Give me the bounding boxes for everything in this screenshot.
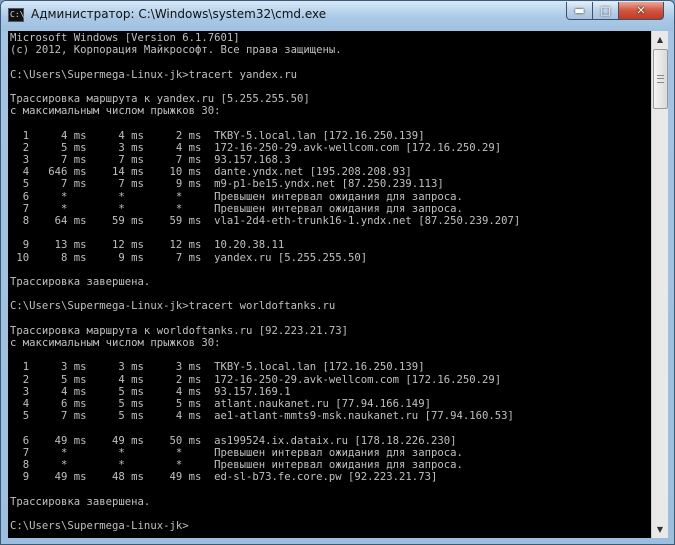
console-line: 2 5 ms 4 ms 2 ms 172-16-250-29.avk-wellc… bbox=[10, 373, 502, 386]
console-line: 5 7 ms 5 ms 4 ms ae1-atlant-mmts9-msk.na… bbox=[10, 410, 514, 423]
console-line: 5 7 ms 7 ms 9 ms m9-p1-be15.yndx.net [87… bbox=[10, 178, 444, 191]
scroll-down-arrow-icon[interactable]: ▼ bbox=[652, 521, 668, 538]
scroll-up-arrow-icon[interactable]: ▲ bbox=[652, 31, 668, 48]
console-line: 7 * * * Превышен интервал ожидания для з… bbox=[10, 446, 463, 459]
title-bar[interactable]: C:\ Администратор: C:\Windows\system32\c… bbox=[1, 1, 674, 31]
maximize-button[interactable]: □ bbox=[592, 2, 619, 20]
console-line: 8 * * * Превышен интервал ожидания для з… bbox=[10, 459, 463, 472]
console-line: (c) 2012, Корпорация Майкрософт. Все пра… bbox=[10, 44, 342, 57]
console-line: C:\Users\Supermega-Linux-jk> bbox=[10, 520, 189, 533]
console-line: Трассировка маршрута к yandex.ru [5.255.… bbox=[10, 93, 310, 106]
console-line: 3 7 ms 7 ms 7 ms 93.157.168.3 bbox=[10, 154, 291, 167]
console-line: 6 * * * Превышен интервал ожидания для з… bbox=[10, 190, 463, 203]
cmd-window: C:\ Администратор: C:\Windows\system32\c… bbox=[0, 0, 675, 545]
console-line: 7 * * * Превышен интервал ожидания для з… bbox=[10, 202, 463, 215]
console-line: 8 64 ms 59 ms 59 ms vla1-2d4-eth-trunk16… bbox=[10, 215, 521, 228]
console-line: 6 49 ms 49 ms 50 ms as199524.ix.dataix.r… bbox=[10, 434, 457, 447]
window-title: Администратор: C:\Windows\system32\cmd.e… bbox=[31, 7, 327, 21]
vertical-scrollbar[interactable]: ▲ ▼ bbox=[651, 31, 668, 538]
console-line: Трассировка маршрута к worldoftanks.ru [… bbox=[10, 324, 349, 337]
scrollbar-grip-icon bbox=[657, 75, 664, 83]
console-line: 3 4 ms 5 ms 4 ms 93.157.169.1 bbox=[10, 385, 291, 398]
console-output: Microsoft Windows [Version 6.1.7601] (c)… bbox=[8, 31, 651, 532]
console-line: с максимальным числом прыжков 30: bbox=[10, 105, 221, 118]
console-line: 4 646 ms 14 ms 10 ms dante.yndx.net [195… bbox=[10, 166, 412, 179]
console-line: C:\Users\Supermega-Linux-jk>tracert yand… bbox=[10, 68, 298, 81]
cmd-icon[interactable]: C:\ bbox=[8, 8, 24, 22]
console-line: с максимальным числом прыжков 30: bbox=[10, 337, 221, 350]
scrollbar-thumb[interactable] bbox=[653, 49, 668, 109]
console-line: 4 6 ms 5 ms 5 ms atlant.naukanet.ru [77.… bbox=[10, 398, 431, 411]
console-line: 1 4 ms 4 ms 2 ms TKBY-5.local.lan [172.1… bbox=[10, 129, 425, 142]
console-line: Microsoft Windows [Version 6.1.7601] bbox=[10, 32, 240, 44]
console-line: 9 49 ms 48 ms 49 ms ed-sl-b73.fe.core.pw… bbox=[10, 471, 438, 484]
close-button[interactable]: ✕ bbox=[618, 2, 664, 20]
console-line: C:\Users\Supermega-Linux-jk>tracert worl… bbox=[10, 300, 336, 313]
console-line: Трассировка завершена. bbox=[10, 495, 151, 508]
console-line: Трассировка завершена. bbox=[10, 276, 151, 289]
console-line: 2 5 ms 3 ms 4 ms 172-16-250-29.avk-wellc… bbox=[10, 141, 502, 154]
minimize-button[interactable]: ▬ bbox=[566, 2, 593, 20]
console-line: 9 13 ms 12 ms 12 ms 10.20.38.11 bbox=[10, 239, 285, 252]
console-line: 10 8 ms 9 ms 7 ms yandex.ru [5.255.255.5… bbox=[10, 251, 368, 264]
console-area[interactable]: Microsoft Windows [Version 6.1.7601] (c)… bbox=[8, 31, 651, 538]
console-line: 1 3 ms 3 ms 3 ms TKBY-5.local.lan [172.1… bbox=[10, 361, 425, 374]
